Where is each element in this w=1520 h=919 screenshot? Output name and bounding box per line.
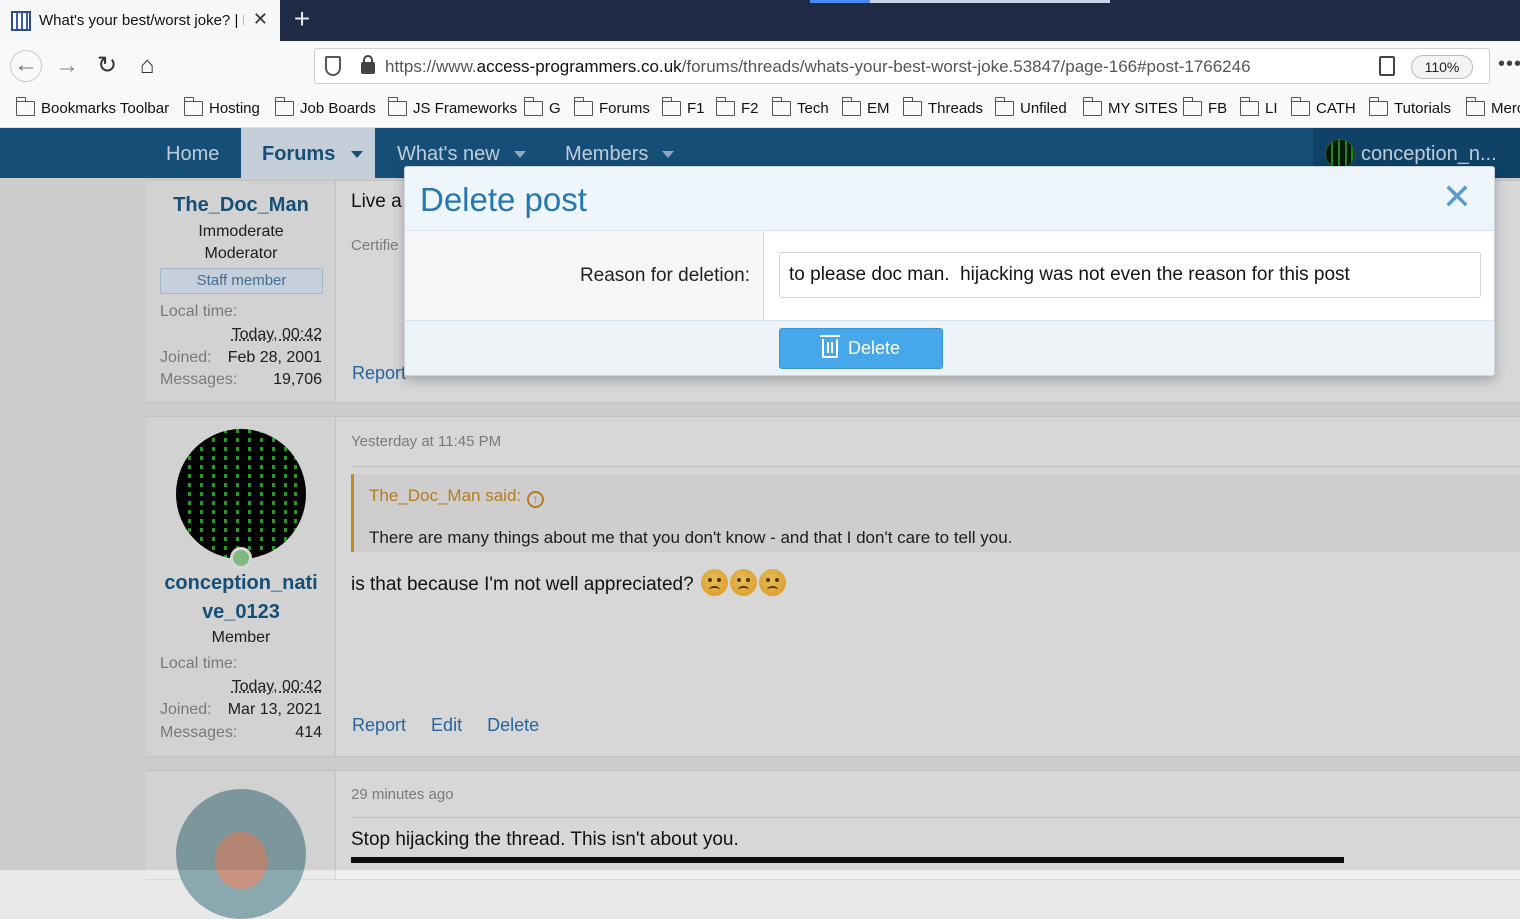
- folder-icon: [771, 97, 791, 116]
- bookmark-item[interactable]: F2: [715, 97, 759, 117]
- trash-icon: [819, 335, 840, 358]
- bookmark-item[interactable]: JS Frameworks: [387, 97, 518, 117]
- bookmark-item[interactable]: MY SITES: [1082, 97, 1178, 117]
- bookmark-item[interactable]: Job Boards: [274, 97, 376, 117]
- bookmark-label: F2: [741, 100, 759, 117]
- dialog-footer: Delete: [405, 320, 1494, 375]
- folder-icon: [841, 97, 861, 116]
- bookmark-label: CATH: [1316, 100, 1356, 117]
- bookmarks-toolbar: Bookmarks Toolbar Hosting Job Boards JS …: [0, 91, 1520, 128]
- reason-input[interactable]: [779, 252, 1481, 298]
- folder-icon: [902, 97, 922, 116]
- folder-icon: [274, 97, 294, 116]
- bookmark-item[interactable]: F1: [661, 97, 705, 117]
- bookmark-label: G: [549, 100, 561, 117]
- home-icon[interactable]: ⌂: [132, 51, 162, 81]
- bookmark-label: F1: [687, 100, 705, 117]
- reader-view-icon[interactable]: [1379, 56, 1395, 76]
- reason-label: Reason for deletion:: [579, 265, 750, 286]
- site-favicon-icon: [11, 10, 31, 31]
- bookmark-label: Job Boards: [300, 100, 376, 117]
- url-prefix: https://www.: [385, 57, 477, 76]
- reason-row: Reason for deletion:: [405, 231, 1494, 320]
- folder-icon: [183, 97, 203, 116]
- folder-icon: [1368, 97, 1388, 116]
- folder-icon: [387, 97, 407, 116]
- folder-icon: [1182, 97, 1202, 116]
- tab-bar: What's your best/worst joke? | F ✕ +: [0, 0, 1520, 41]
- close-icon[interactable]: ✕: [1442, 179, 1472, 215]
- bookmark-item[interactable]: Merc: [1465, 97, 1520, 117]
- bookmark-item[interactable]: G: [523, 97, 561, 117]
- lock-icon[interactable]: [361, 55, 375, 74]
- url-domain: access-programmers.co.uk: [476, 57, 682, 76]
- folder-icon: [1465, 97, 1485, 116]
- shield-icon[interactable]: [325, 56, 341, 76]
- dialog-title: Delete post: [420, 181, 587, 218]
- bookmark-label: FB: [1208, 100, 1228, 117]
- folder-icon: [1239, 97, 1259, 116]
- bookmark-label: LI: [1265, 100, 1278, 117]
- bookmark-item[interactable]: Unfiled: [994, 97, 1067, 117]
- bookmark-label: Tutorials: [1394, 100, 1451, 117]
- label-column: Reason for deletion:: [405, 231, 764, 320]
- loading-progress: [810, 0, 1110, 3]
- more-menu-icon[interactable]: •••: [1498, 53, 1520, 76]
- folder-icon: [1082, 97, 1102, 116]
- back-arrow-icon[interactable]: ←: [10, 50, 42, 82]
- bookmark-label: Forums: [599, 100, 650, 117]
- bookmark-item[interactable]: FB: [1182, 97, 1228, 117]
- bookmark-item[interactable]: Bookmarks Toolbar: [15, 97, 170, 117]
- bookmark-label: Unfiled: [1020, 100, 1067, 117]
- delete-button[interactable]: Delete: [779, 328, 943, 369]
- folder-icon: [523, 97, 543, 116]
- folder-icon: [661, 97, 681, 116]
- bookmark-label: Tech: [797, 100, 829, 117]
- tab-title: What's your best/worst joke? | F: [39, 12, 244, 29]
- folder-icon: [715, 97, 735, 116]
- bookmark-item[interactable]: Tech: [771, 97, 829, 117]
- bookmark-item[interactable]: Tutorials: [1368, 97, 1451, 117]
- bookmark-label: Merc: [1491, 100, 1520, 117]
- url-path: /forums/threads/whats-your-best-worst-jo…: [681, 57, 1251, 76]
- bookmark-label: Threads: [928, 100, 984, 117]
- bookmark-label: JS Frameworks: [413, 100, 518, 117]
- folder-icon: [1290, 97, 1310, 116]
- forward-arrow-icon[interactable]: →: [52, 51, 82, 81]
- bookmark-item[interactable]: EM: [841, 97, 890, 117]
- bookmark-item[interactable]: Forums: [573, 97, 650, 117]
- new-tab-icon[interactable]: +: [288, 5, 316, 35]
- bookmark-item[interactable]: CATH: [1290, 97, 1356, 117]
- url-text[interactable]: https://www.access-programmers.co.uk/for…: [385, 57, 1251, 77]
- folder-icon: [15, 97, 35, 116]
- close-tab-icon[interactable]: ✕: [253, 9, 268, 30]
- bookmark-label: Hosting: [209, 100, 260, 117]
- dialog-header: Delete post ✕: [405, 167, 1494, 231]
- browser-tab[interactable]: What's your best/worst joke? | F ✕: [0, 0, 280, 41]
- bookmark-label: EM: [867, 100, 890, 117]
- folder-icon: [994, 97, 1014, 116]
- address-bar[interactable]: https://www.access-programmers.co.uk/for…: [314, 48, 1490, 84]
- reload-icon[interactable]: ↻: [92, 51, 122, 81]
- navigation-toolbar: ← → ↻ ⌂ https://www.access-programmers.c…: [0, 41, 1520, 91]
- delete-button-label: Delete: [847, 338, 901, 358]
- zoom-level[interactable]: 110%: [1411, 55, 1473, 79]
- bookmark-item[interactable]: Hosting: [183, 97, 260, 117]
- folder-icon: [573, 97, 593, 116]
- bookmark-label: Bookmarks Toolbar: [41, 100, 170, 117]
- bookmark-item[interactable]: LI: [1239, 97, 1278, 117]
- delete-post-dialog: Delete post ✕ Reason for deletion: Delet…: [404, 166, 1495, 376]
- bookmark-item[interactable]: Threads: [902, 97, 984, 117]
- bookmark-label: MY SITES: [1108, 100, 1178, 117]
